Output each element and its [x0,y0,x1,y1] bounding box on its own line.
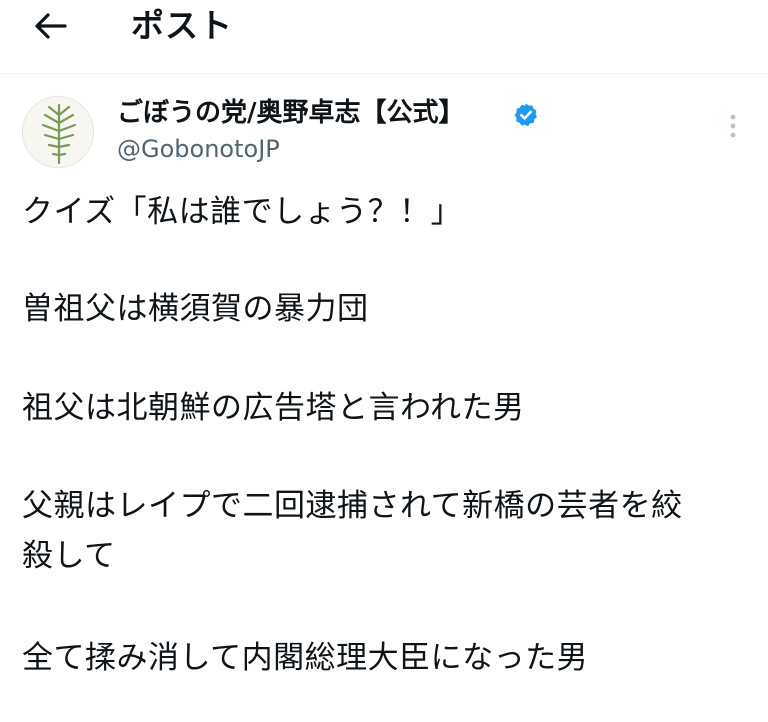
author-handle[interactable]: @GobonotoJP [117,134,280,164]
tweet-text-line: 曽祖父は横須賀の暴力団 [22,291,369,327]
tweet-text-line: 祖父は北朝鮮の広告塔と言われた男 [22,390,525,426]
author-display-name[interactable]: ごぼうの党/奥野卓志【公式】 [117,96,465,130]
arrow-left-icon [35,13,67,39]
avatar[interactable] [22,96,94,168]
top-bar: ポスト [0,0,768,74]
tweet-text-line: 全て揉み消して内閣総理大臣になった男 [22,640,589,676]
more-vertical-icon [730,114,736,138]
more-options-button[interactable] [718,108,748,144]
back-button[interactable] [26,6,74,46]
burdock-root-logo [41,103,77,165]
page-title: ポスト [131,6,233,45]
tweet-text-line: クイズ「私は誰でしょう？！」 [22,194,463,230]
tweet-text-line: 父親はレイプで二回逮捕されて新橋の芸者を絞 [22,488,683,524]
tweet-text-line: 殺して [22,538,116,574]
verified-badge-icon [514,103,537,127]
